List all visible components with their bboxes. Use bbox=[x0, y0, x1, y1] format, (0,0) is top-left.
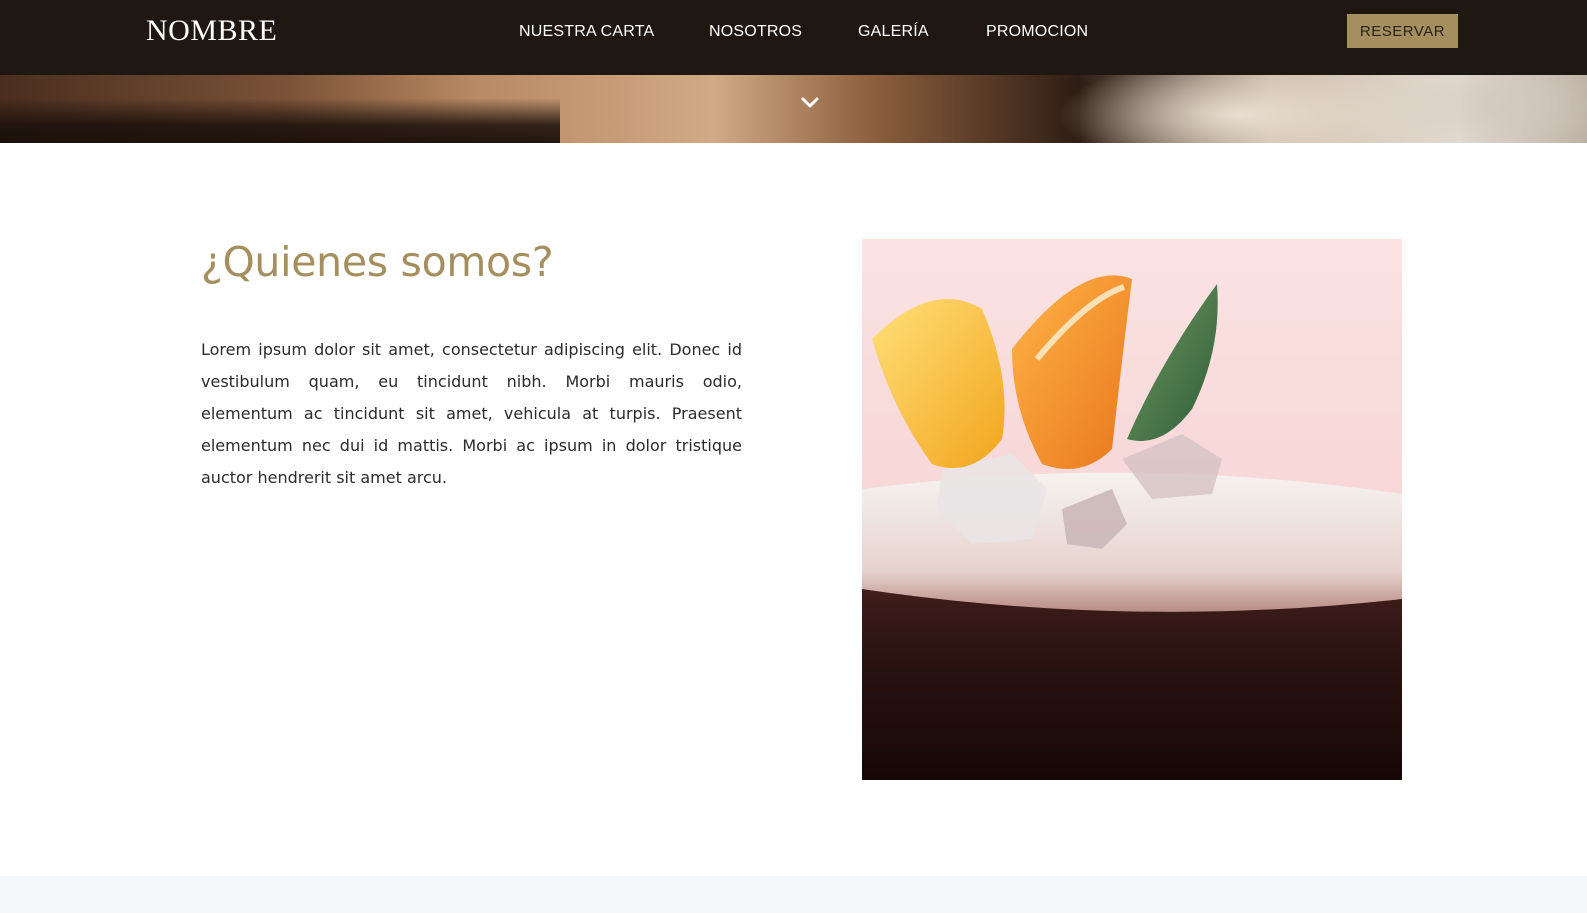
hero-image-shadow bbox=[0, 98, 560, 143]
drink-photo bbox=[862, 239, 1402, 780]
nav-link-promocion[interactable]: PROMOCION bbox=[986, 23, 1088, 41]
next-section bbox=[0, 876, 1587, 913]
top-navbar: NOMBRE NUESTRA CARTA NOSOTROS GALERÍA PR… bbox=[0, 0, 1587, 75]
brand-logo[interactable]: NOMBRE bbox=[146, 14, 277, 48]
nav-link-nuestra-carta[interactable]: NUESTRA CARTA bbox=[519, 23, 654, 41]
about-title: ¿Quienes somos? bbox=[201, 238, 554, 286]
nav-link-galeria[interactable]: GALERÍA bbox=[858, 23, 929, 41]
chevron-down-icon[interactable] bbox=[799, 95, 821, 111]
about-text: Lorem ipsum dolor sit amet, consectetur … bbox=[201, 340, 742, 487]
nav-link-nosotros[interactable]: NOSOTROS bbox=[709, 23, 802, 41]
reserve-button[interactable]: RESERVAR bbox=[1347, 14, 1458, 48]
